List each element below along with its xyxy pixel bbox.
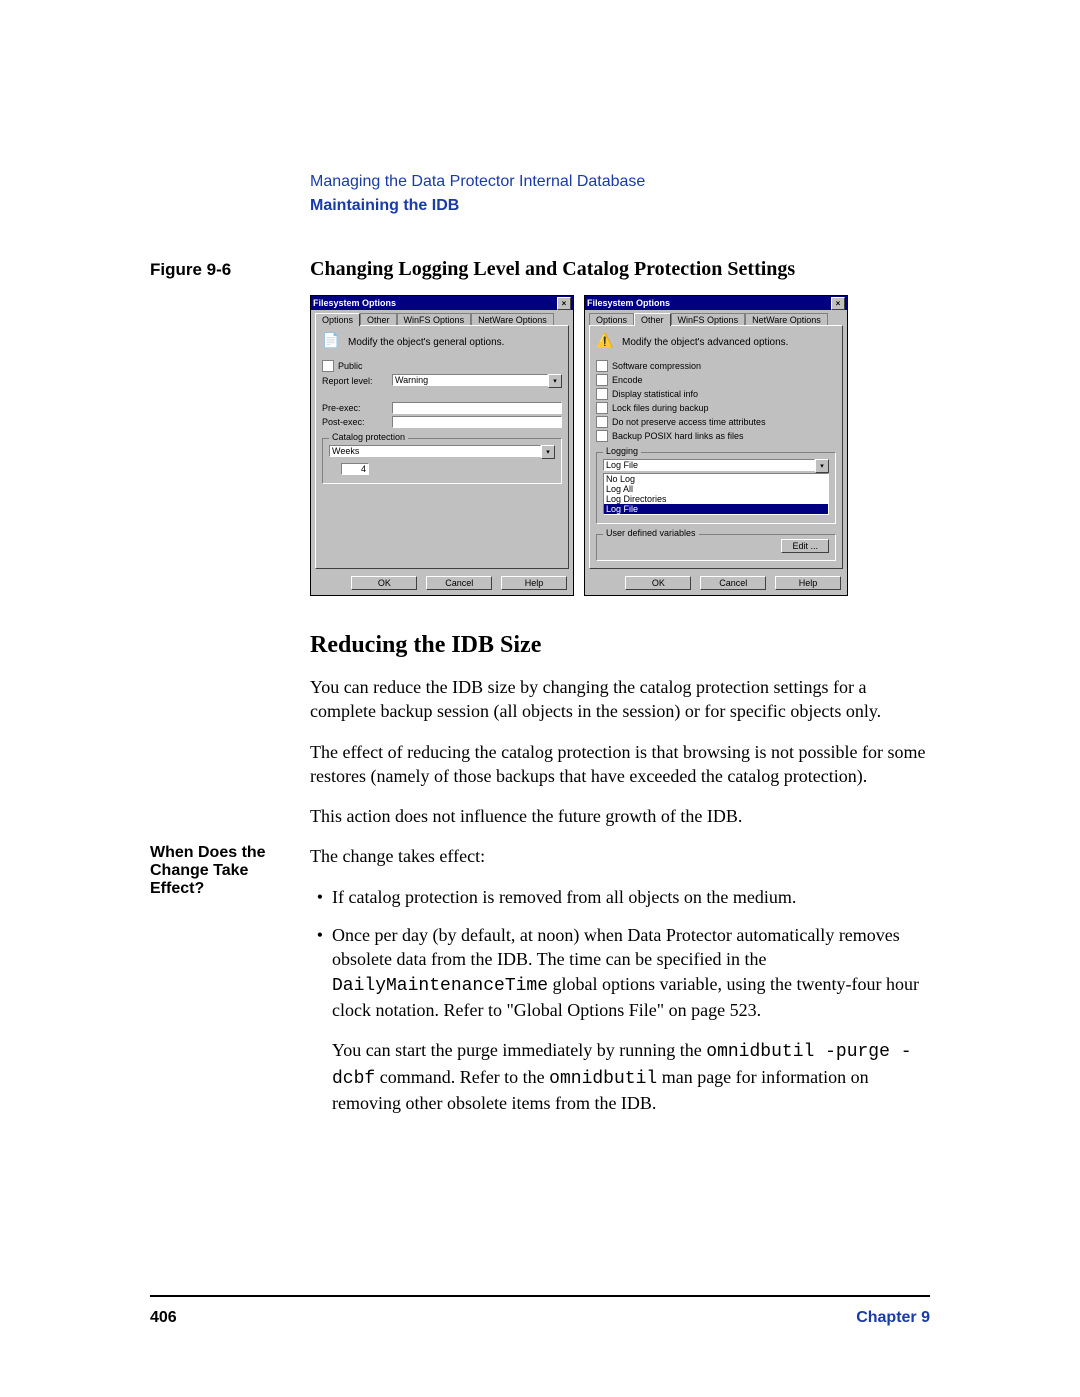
list-item: Once per day (by default, at noon) when … [332, 923, 930, 1022]
catalog-protection-group: Catalog protection Weeks ▾ 4 [322, 438, 562, 484]
dialog-title: Filesystem Options [313, 298, 557, 308]
chapter-path: Managing the Data Protector Internal Dat… [310, 170, 930, 194]
chevron-down-icon[interactable]: ▾ [548, 374, 562, 388]
lock-files-checkbox[interactable] [596, 402, 608, 414]
ok-button[interactable]: OK [625, 576, 691, 590]
public-checkbox[interactable] [322, 360, 334, 372]
section-heading: Reducing the IDB Size [310, 632, 930, 659]
tab-other[interactable]: Other [634, 313, 671, 326]
logging-option-logdirs[interactable]: Log Directories [604, 494, 828, 504]
display-stat-checkbox[interactable] [596, 388, 608, 400]
warning-icon [596, 332, 616, 352]
cancel-button[interactable]: Cancel [426, 576, 492, 590]
software-compression-checkbox[interactable] [596, 360, 608, 372]
paragraph: You can reduce the IDB size by changing … [310, 675, 930, 724]
document-icon [322, 332, 342, 352]
cancel-button[interactable]: Cancel [700, 576, 766, 590]
footer-rule [150, 1295, 930, 1297]
edit-button[interactable]: Edit ... [781, 539, 829, 553]
paragraph: This action does not influence the futur… [310, 804, 930, 828]
ok-button[interactable]: OK [351, 576, 417, 590]
public-label: Public [338, 361, 363, 371]
report-level-label: Report level: [322, 376, 392, 386]
catalog-value-input[interactable]: 4 [341, 463, 369, 475]
info-text: Modify the object's general options. [348, 337, 504, 348]
paragraph: The effect of reducing the catalog prote… [310, 740, 930, 789]
help-button[interactable]: Help [501, 576, 567, 590]
logging-option-logfile[interactable]: Log File [604, 504, 828, 514]
dialog-title: Filesystem Options [587, 298, 831, 308]
side-heading: When Does the Change Take Effect? [150, 844, 300, 898]
logging-option-nolog[interactable]: No Log [604, 474, 828, 484]
tab-options[interactable]: Options [315, 313, 360, 326]
postexec-label: Post-exec: [322, 417, 392, 427]
logging-option-logall[interactable]: Log All [604, 484, 828, 494]
help-button[interactable]: Help [775, 576, 841, 590]
figure-caption: Changing Logging Level and Catalog Prote… [310, 258, 795, 281]
list-item: If catalog protection is removed from al… [332, 885, 930, 909]
page-number: 406 [150, 1309, 856, 1327]
logging-select[interactable]: Log File [603, 459, 815, 471]
paragraph: The change takes effect: [310, 844, 930, 868]
code-text: omnidbutil [549, 1069, 657, 1089]
figure-label: Figure 9-6 [150, 260, 310, 280]
no-preserve-atime-checkbox[interactable] [596, 416, 608, 428]
close-icon[interactable]: × [557, 297, 571, 310]
paragraph: You can start the purge immediately by r… [332, 1038, 930, 1115]
chevron-down-icon[interactable]: ▾ [541, 445, 555, 459]
postexec-input[interactable] [392, 416, 562, 428]
backup-posix-hardlinks-checkbox[interactable] [596, 430, 608, 442]
preexec-input[interactable] [392, 402, 562, 414]
chevron-down-icon[interactable]: ▾ [815, 459, 829, 473]
logging-group: Logging Log File ▾ No Log Log All Log Di… [596, 452, 836, 524]
info-text: Modify the object's advanced options. [622, 337, 788, 348]
catalog-duration-select[interactable]: Weeks [329, 445, 541, 457]
user-defined-variables-group: User defined variables Edit ... [596, 534, 836, 561]
report-level-select[interactable]: Warning [392, 374, 548, 386]
preexec-label: Pre-exec: [322, 403, 392, 413]
dialog-filesystem-options-general: Filesystem Options × Options Other WinFS… [310, 295, 574, 596]
header-subtitle: Maintaining the IDB [310, 194, 930, 218]
encode-checkbox[interactable] [596, 374, 608, 386]
code-text: DailyMaintenanceTime [332, 976, 548, 996]
chapter-link[interactable]: Chapter 9 [856, 1309, 930, 1327]
close-icon[interactable]: × [831, 297, 845, 310]
dialog-filesystem-options-other: Filesystem Options × Options Other WinFS… [584, 295, 848, 596]
